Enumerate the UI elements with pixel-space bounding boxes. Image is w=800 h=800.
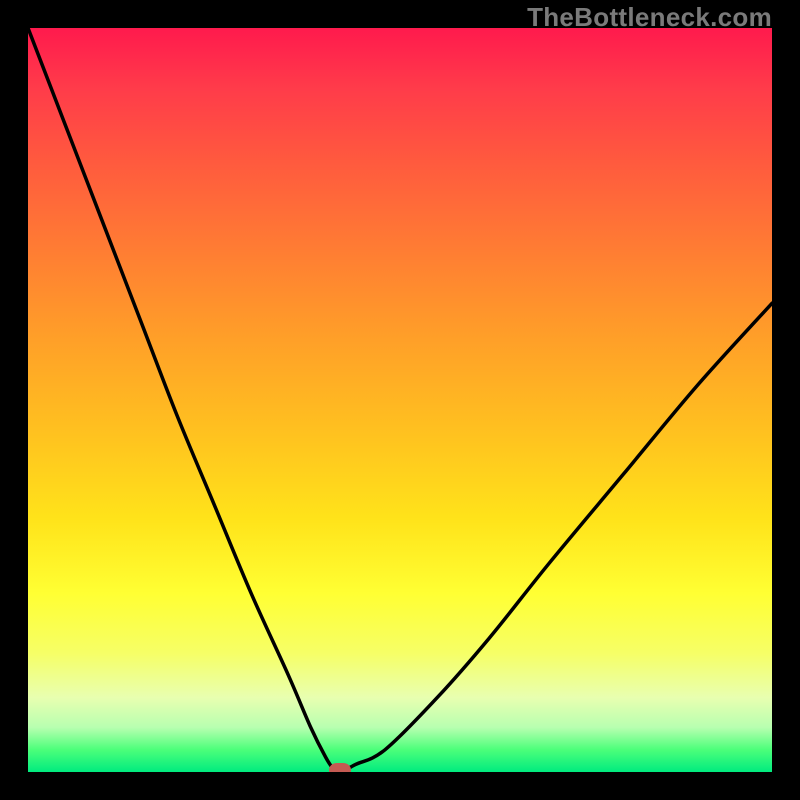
bottleneck-curve — [28, 28, 772, 772]
chart-frame: TheBottleneck.com — [0, 0, 800, 800]
plot-area — [28, 28, 772, 772]
curve-svg — [28, 28, 772, 772]
optimal-marker — [329, 763, 351, 772]
